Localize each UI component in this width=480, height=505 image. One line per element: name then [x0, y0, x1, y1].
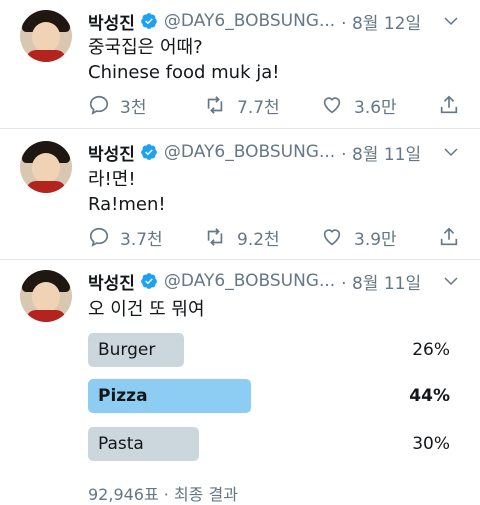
reply-count: 3.7천 — [120, 229, 163, 250]
tweet-text-line: 라!면! — [88, 169, 136, 190]
like-button[interactable]: 3.6만 — [320, 93, 397, 118]
poll-option-pizza: Pizza 44% — [88, 379, 458, 413]
poll-option-percent: 30% — [412, 434, 450, 454]
timestamp[interactable]: · 8월 11일 — [341, 140, 421, 165]
display-name[interactable]: 박성진 — [88, 269, 135, 294]
heart-icon — [323, 229, 341, 246]
handle[interactable]: @DAY6_BOBSUNG... — [164, 271, 335, 291]
retweet-count: 7.7천 — [237, 97, 280, 118]
share-icon — [440, 227, 458, 246]
reply-icon — [89, 95, 109, 115]
retweet-button[interactable]: 9.2천 — [203, 225, 280, 250]
tweet-text-line: 중국집은 어때? — [88, 37, 203, 58]
poll-option-label: Pasta — [98, 434, 144, 454]
retweet-button[interactable]: 7.7천 — [203, 93, 280, 118]
retweet-icon — [207, 96, 223, 114]
reply-button[interactable]: 3.7천 — [88, 225, 163, 250]
poll-option-label: Pizza — [98, 386, 148, 406]
chevron-down-icon[interactable] — [442, 143, 460, 161]
share-button[interactable] — [438, 93, 470, 117]
retweet-icon — [207, 228, 223, 246]
handle[interactable]: @DAY6_BOBSUNG... — [164, 142, 335, 162]
poll-option-percent: 26% — [412, 340, 450, 360]
avatar[interactable] — [20, 10, 72, 62]
display-name[interactable]: 박성진 — [88, 140, 135, 165]
tweet-3[interactable]: 박성진 @DAY6_BOBSUNG... · 8월 11일 오 이건 또 뭐여 … — [0, 260, 480, 504]
chevron-down-icon[interactable] — [442, 272, 460, 290]
verified-badge-icon — [140, 143, 158, 161]
chevron-down-icon[interactable] — [442, 12, 460, 30]
share-icon — [440, 95, 458, 114]
avatar[interactable] — [20, 270, 72, 322]
tweet-text-line: Chinese food muk ja! — [88, 62, 280, 83]
handle[interactable]: @DAY6_BOBSUNG... — [164, 11, 335, 31]
timestamp[interactable]: · 8월 12일 — [341, 9, 421, 34]
verified-badge-icon — [140, 12, 158, 30]
poll-option-label: Burger — [98, 340, 156, 360]
tweet-1[interactable]: 박성진 @DAY6_BOBSUNG... · 8월 12일 중국집은 어때? C… — [0, 0, 480, 128]
tweet-text-line: Ra!men! — [88, 194, 166, 215]
retweet-count: 9.2천 — [237, 229, 280, 250]
timestamp[interactable]: · 8월 11일 — [341, 269, 421, 294]
avatar[interactable] — [20, 141, 72, 193]
poll-option-pasta: Pasta 30% — [88, 427, 458, 461]
poll-option-percent: 44% — [409, 386, 450, 406]
tweet-2[interactable]: 박성진 @DAY6_BOBSUNG... · 8월 11일 라!면! Ra!me… — [0, 129, 480, 259]
like-button[interactable]: 3.9만 — [320, 225, 397, 250]
share-button[interactable] — [438, 225, 470, 249]
poll-option-burger: Burger 26% — [88, 333, 458, 367]
reply-icon — [89, 227, 109, 247]
reply-button[interactable]: 3천 — [88, 93, 147, 118]
display-name[interactable]: 박성진 — [88, 9, 135, 34]
heart-icon — [323, 97, 341, 114]
poll-footer: 92,946표 · 최종 결과 — [88, 485, 238, 504]
tweet-text-line: 오 이건 또 뭐여 — [88, 299, 205, 320]
reply-count: 3천 — [120, 97, 147, 118]
verified-badge-icon — [140, 272, 158, 290]
like-count: 3.6만 — [354, 97, 397, 118]
like-count: 3.9만 — [354, 229, 397, 250]
